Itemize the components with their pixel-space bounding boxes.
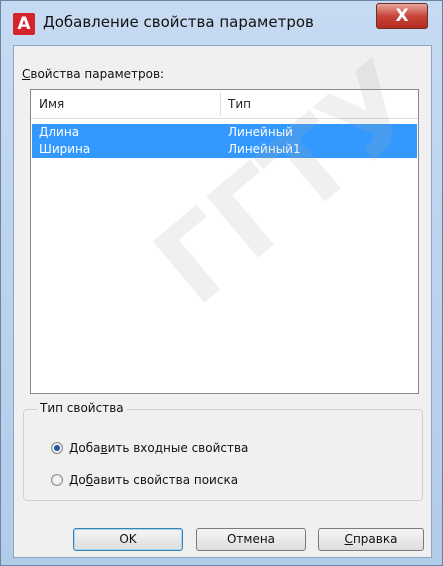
parameter-properties-label-rest: войства параметров:: [30, 67, 165, 81]
dialog-window: A Добавление свойства параметров X Свойс…: [0, 0, 443, 566]
row-name-cell: Ширина: [39, 142, 91, 156]
column-header-type[interactable]: Тип: [228, 97, 251, 111]
add-input-properties-label[interactable]: Добавить входные свойства: [69, 441, 248, 455]
list-header: Имя Тип: [31, 90, 418, 119]
list-row-length[interactable]: Длина Линейный: [32, 124, 417, 141]
property-type-legend: Тип свойства: [37, 401, 127, 415]
row-type-cell: Линейный1: [228, 142, 301, 156]
cancel-button[interactable]: Отмена: [196, 528, 306, 551]
parameter-properties-label: Свойства параметров:: [22, 67, 164, 81]
column-divider[interactable]: [220, 92, 221, 116]
dialog-title: Добавление свойства параметров: [43, 13, 314, 31]
row-type-cell: Линейный: [228, 125, 293, 139]
column-header-name[interactable]: Имя: [39, 97, 64, 111]
add-lookup-properties-label[interactable]: Добавить свойства поиска: [69, 473, 238, 487]
ok-button[interactable]: OK: [73, 528, 183, 551]
row-name-cell: Длина: [39, 125, 80, 139]
help-button[interactable]: Справка: [318, 528, 424, 551]
property-type-group: [23, 409, 423, 501]
autocad-app-icon: A: [13, 13, 35, 35]
parameter-properties-list[interactable]: Имя Тип Длина Линейный Ширина Линейный1: [30, 89, 419, 394]
radio-button-checked[interactable]: [51, 442, 63, 454]
title-bar[interactable]: A Добавление свойства параметров X: [1, 1, 442, 41]
radio-button-unchecked[interactable]: [51, 474, 63, 486]
close-button[interactable]: X: [376, 3, 428, 29]
help-button-rest: правка: [352, 532, 398, 546]
help-button-accel: С: [344, 532, 353, 546]
list-row-width[interactable]: Ширина Линейный1: [32, 141, 417, 158]
